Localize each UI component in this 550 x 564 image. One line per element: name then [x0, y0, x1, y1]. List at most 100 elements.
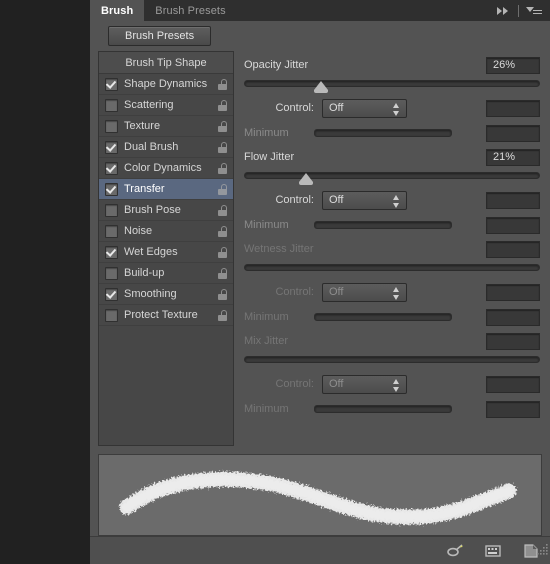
section-value-field[interactable]: 21% — [486, 148, 540, 166]
unlocked-padlock-icon[interactable] — [218, 120, 227, 132]
brush-option-row[interactable]: Smoothing — [99, 284, 233, 305]
unlocked-padlock-icon[interactable] — [218, 78, 227, 90]
control-dropdown-value: Off — [329, 286, 344, 298]
control-extra-field[interactable] — [486, 99, 540, 117]
minimum-slider[interactable] — [314, 405, 486, 413]
section-slider[interactable] — [244, 77, 540, 93]
unlocked-padlock-icon[interactable] — [218, 99, 227, 111]
panel-menu-icon[interactable] — [526, 5, 542, 16]
control-dropdown[interactable]: Off — [322, 374, 407, 394]
brush-option-checkbox[interactable] — [105, 161, 118, 175]
resize-grip[interactable] — [535, 542, 549, 556]
brush-tip-shape-header[interactable]: Brush Tip Shape — [99, 52, 233, 74]
brush-option-checkbox[interactable] — [105, 77, 118, 91]
control-dropdown-value: Off — [329, 102, 344, 114]
slider-track[interactable] — [244, 172, 540, 179]
control-extra-field[interactable] — [486, 283, 540, 301]
unlocked-padlock-icon[interactable] — [218, 141, 227, 153]
panel-footer — [90, 536, 550, 564]
control-label: Control: — [275, 286, 314, 298]
unlocked-padlock-icon[interactable] — [218, 225, 227, 237]
slider-track[interactable] — [244, 356, 540, 363]
stepper-arrows-icon[interactable] — [393, 102, 400, 116]
section-slider[interactable] — [244, 169, 540, 185]
brush-option-label: Shape Dynamics — [124, 78, 208, 90]
minimum-value-field[interactable] — [486, 216, 540, 234]
brush-option-row[interactable]: Transfer — [99, 179, 233, 200]
slider-thumb[interactable] — [299, 173, 314, 185]
section-value-field[interactable] — [486, 240, 540, 258]
brush-option-row[interactable]: Texture — [99, 116, 233, 137]
minimum-slider[interactable] — [314, 129, 486, 137]
control-dropdown[interactable]: Off — [322, 98, 407, 118]
section-title: Mix Jitter — [244, 335, 288, 347]
brush-option-checkbox[interactable] — [105, 287, 118, 301]
control-label: Control: — [275, 102, 314, 114]
tab-brush[interactable]: Brush — [90, 0, 145, 21]
stepper-arrows-icon[interactable] — [393, 194, 400, 208]
brush-option-checkbox[interactable] — [105, 308, 118, 322]
minimum-slider-track[interactable] — [314, 129, 452, 137]
brush-option-row[interactable]: Color Dynamics — [99, 158, 233, 179]
brush-option-row[interactable]: Build-up — [99, 263, 233, 284]
minimum-value-field[interactable] — [486, 124, 540, 142]
unlocked-padlock-icon[interactable] — [218, 162, 227, 174]
tab-brush-presets[interactable]: Brush Presets — [144, 0, 236, 21]
section-title: Opacity Jitter — [244, 59, 309, 71]
unlocked-padlock-icon[interactable] — [218, 309, 227, 321]
section-value-field[interactable] — [486, 332, 540, 350]
panel-tab-bar: Brush Brush Presets — [90, 0, 550, 21]
minimum-slider-track[interactable] — [314, 405, 452, 413]
tab-brush-label: Brush — [101, 4, 134, 17]
minimum-value-field[interactable] — [486, 308, 540, 326]
brush-option-checkbox[interactable] — [105, 224, 118, 238]
control-dropdown-value: Off — [329, 378, 344, 390]
brush-option-checkbox[interactable] — [105, 140, 118, 154]
unlocked-padlock-icon[interactable] — [218, 183, 227, 195]
brush-option-checkbox[interactable] — [105, 203, 118, 217]
section-slider[interactable] — [244, 353, 540, 367]
section-value-field[interactable]: 26% — [486, 56, 540, 74]
toggle-brush-panel-icon[interactable] — [446, 543, 464, 559]
brush-option-row[interactable]: Protect Texture — [99, 305, 233, 326]
minimum-row: Minimum — [244, 399, 540, 419]
brush-option-row[interactable]: Brush Pose — [99, 200, 233, 221]
minimum-slider[interactable] — [314, 313, 486, 321]
unlocked-padlock-icon[interactable] — [218, 246, 227, 258]
brush-option-checkbox[interactable] — [105, 98, 118, 112]
brush-option-row[interactable]: Dual Brush — [99, 137, 233, 158]
unlocked-padlock-icon[interactable] — [218, 267, 227, 279]
brush-option-row[interactable]: Wet Edges — [99, 242, 233, 263]
brush-option-checkbox[interactable] — [105, 245, 118, 259]
unlocked-padlock-icon[interactable] — [218, 204, 227, 216]
brush-option-label: Brush Pose — [124, 204, 181, 216]
slider-track[interactable] — [244, 264, 540, 271]
brush-option-checkbox[interactable] — [105, 182, 118, 196]
stepper-arrows-icon[interactable] — [393, 286, 400, 300]
unlocked-padlock-icon[interactable] — [218, 288, 227, 300]
control-extra-field[interactable] — [486, 375, 540, 393]
minimum-slider[interactable] — [314, 221, 486, 229]
minimum-row: Minimum — [244, 307, 540, 327]
control-extra-field[interactable] — [486, 191, 540, 209]
brush-option-checkbox[interactable] — [105, 266, 118, 280]
minimum-slider-track[interactable] — [314, 313, 452, 321]
slider-track[interactable] — [244, 80, 540, 87]
slider-thumb[interactable] — [313, 81, 328, 93]
control-label: Control: — [275, 194, 314, 206]
new-brush-preset-icon[interactable] — [484, 543, 502, 559]
brush-option-row[interactable]: Noise — [99, 221, 233, 242]
control-dropdown[interactable]: Off — [322, 282, 407, 302]
double-chevron-right-icon[interactable] — [497, 6, 511, 16]
minimum-value-field[interactable] — [486, 400, 540, 418]
control-row: Control: Off — [244, 96, 540, 120]
brush-option-checkbox[interactable] — [105, 119, 118, 133]
section-slider[interactable] — [244, 261, 540, 275]
minimum-slider-track[interactable] — [314, 221, 452, 229]
brush-option-row[interactable]: Scattering — [99, 95, 233, 116]
section-title: Wetness Jitter — [244, 243, 314, 255]
brush-presets-button[interactable]: Brush Presets — [108, 26, 212, 46]
control-dropdown[interactable]: Off — [322, 190, 407, 210]
stepper-arrows-icon[interactable] — [393, 378, 400, 392]
brush-option-row[interactable]: Shape Dynamics — [99, 74, 233, 95]
